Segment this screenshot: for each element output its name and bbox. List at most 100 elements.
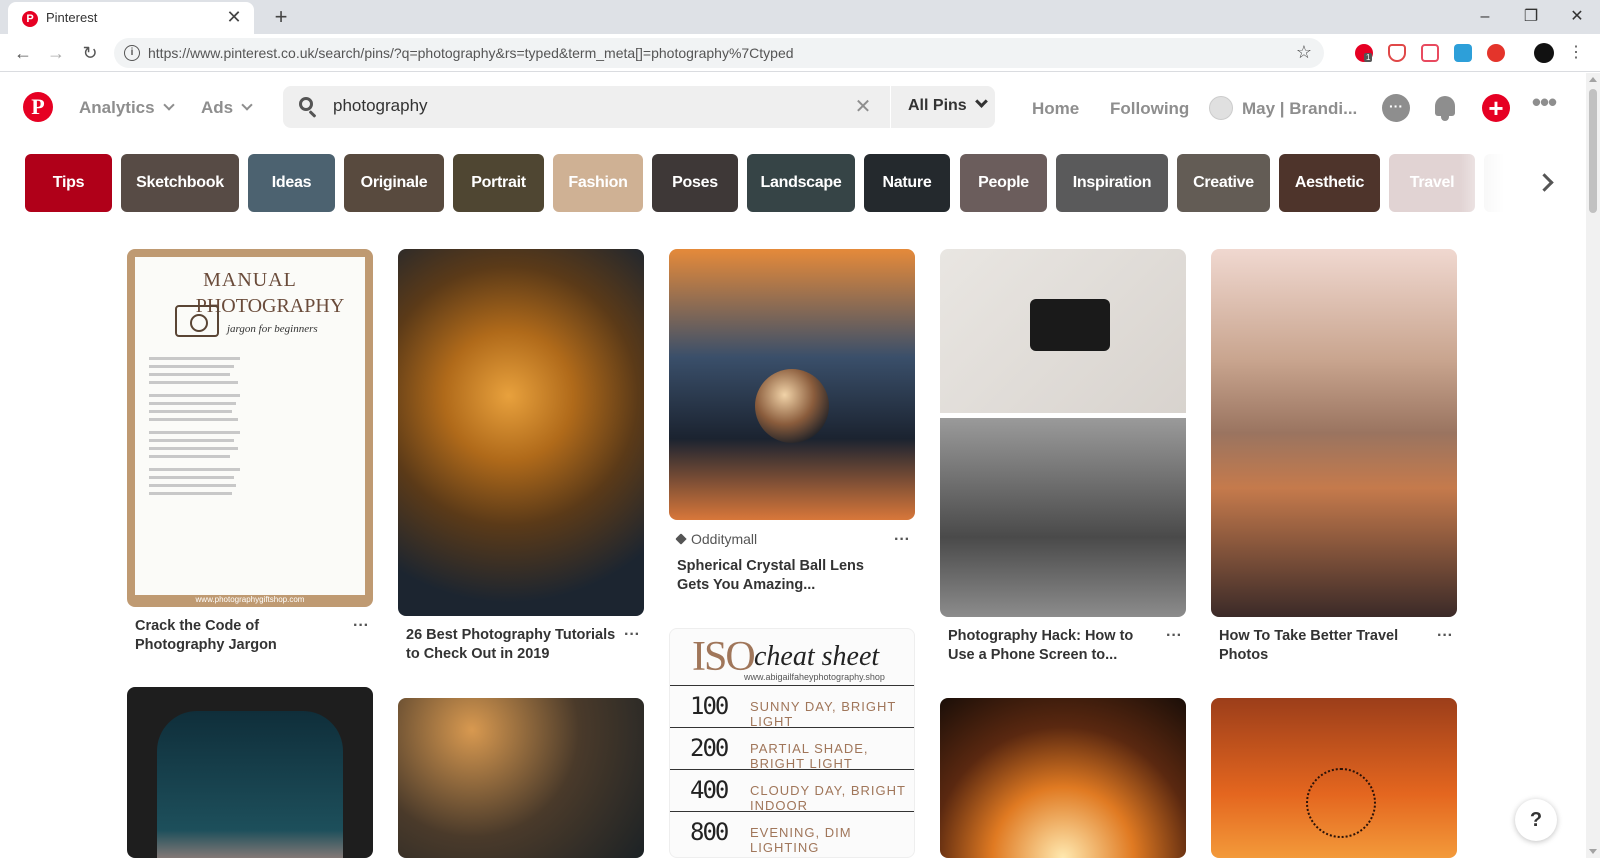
jargon-body-text: [149, 357, 351, 500]
iso-value: 200: [690, 734, 729, 762]
chip-aesthetic[interactable]: Aesthetic: [1279, 154, 1380, 212]
site-info-icon[interactable]: i: [124, 45, 140, 61]
clear-search-icon[interactable]: ✕: [851, 94, 875, 119]
search-scope-label: All Pins: [908, 97, 967, 114]
pin-title[interactable]: Photography Hack: How to Use a Phone Scr…: [948, 627, 1163, 665]
search-input[interactable]: [333, 96, 783, 116]
iso-row: 200 PARTIAL SHADE, BRIGHT LIGHT: [670, 727, 914, 771]
reload-icon[interactable]: ↻: [77, 40, 103, 66]
chevron-down-icon: [241, 99, 253, 111]
address-url[interactable]: https://www.pinterest.co.uk/search/pins/…: [148, 45, 794, 61]
browser-titlebar: P Pinterest ✕ + – ❐ ✕: [0, 0, 1600, 34]
pin-more-icon[interactable]: ···: [624, 627, 640, 643]
jargon-footer: www.photographygiftshop.com: [195, 595, 305, 604]
pin-source[interactable]: Odditymall: [675, 531, 757, 547]
pin-title[interactable]: 26 Best Photography Tutorials to Check O…: [406, 626, 616, 664]
profile-name[interactable]: May | Brandi...: [1242, 99, 1357, 119]
pin-more-icon[interactable]: ···: [353, 618, 369, 634]
extension-1-icon[interactable]: 1: [1355, 44, 1373, 62]
help-button[interactable]: ?: [1515, 799, 1557, 841]
minimize-button[interactable]: –: [1462, 4, 1508, 30]
search-guide-chips: Tips Sketchbook Ideas Originale Portrait…: [25, 154, 1535, 212]
close-window-button[interactable]: ✕: [1554, 4, 1600, 30]
nav-following[interactable]: Following: [1110, 99, 1189, 119]
pinterest-favicon-icon: P: [22, 11, 38, 27]
create-plus-icon[interactable]: +: [1482, 94, 1510, 122]
bookmark-star-icon[interactable]: ☆: [1296, 42, 1312, 63]
chevron-right-icon[interactable]: [1536, 168, 1556, 198]
search-icon: [299, 97, 317, 118]
chip-poses[interactable]: Poses: [652, 154, 738, 212]
chip-portrait[interactable]: Portrait: [453, 154, 544, 212]
chevron-down-icon: [162, 99, 175, 111]
chip-landscape[interactable]: Landscape: [747, 154, 855, 212]
analytics-menu[interactable]: Analytics: [79, 98, 175, 118]
chip-tips[interactable]: Tips: [25, 154, 112, 212]
pin-image-crystal-ball[interactable]: [669, 249, 915, 520]
scrollbar-thumb[interactable]: [1589, 89, 1597, 213]
more-options-icon[interactable]: •••: [1530, 89, 1558, 122]
chip-originale[interactable]: Originale: [344, 154, 444, 212]
avatar[interactable]: [1209, 96, 1233, 120]
notifications-bell-icon[interactable]: [1431, 94, 1459, 122]
chip-ideas[interactable]: Ideas: [248, 154, 335, 212]
pin-title[interactable]: Spherical Crystal Ball Lens Gets You Ama…: [677, 557, 897, 595]
chips-fade: [1460, 150, 1540, 216]
pin-more-icon[interactable]: ···: [1166, 628, 1182, 644]
browser-menu-icon[interactable]: ⋮: [1568, 42, 1584, 64]
iso-label: PARTIAL SHADE, BRIGHT LIGHT: [750, 741, 869, 771]
chip-nature[interactable]: Nature: [864, 154, 950, 212]
maximize-button[interactable]: ❐: [1508, 4, 1554, 30]
pin-image-autumn-leaf[interactable]: [940, 698, 1186, 858]
scroll-up-icon[interactable]: [1589, 77, 1597, 82]
search-scope-dropdown[interactable]: All Pins: [908, 95, 988, 115]
pin-image-portrait[interactable]: [398, 249, 644, 616]
page-scrollbar[interactable]: [1586, 73, 1600, 858]
extension-blue-icon[interactable]: [1454, 44, 1472, 62]
chevron-down-icon: [974, 95, 988, 108]
analytics-label: Analytics: [79, 98, 155, 117]
address-bar[interactable]: i https://www.pinterest.co.uk/search/pin…: [114, 38, 1324, 68]
pin-image-travel-reflection[interactable]: [1211, 249, 1457, 617]
pin-title[interactable]: How To Take Better Travel Photos: [1219, 627, 1429, 665]
iso-row: 100 SUNNY DAY, BRIGHT LIGHT: [670, 685, 914, 729]
iso-value: 100: [690, 692, 729, 720]
pin-image-phone-hack[interactable]: [940, 249, 1186, 617]
back-arrow-icon[interactable]: ←: [10, 40, 36, 66]
shield-extension-icon[interactable]: [1388, 44, 1406, 62]
new-tab-button[interactable]: +: [268, 4, 294, 30]
pin-image-iso-cheat-sheet[interactable]: ISO cheat sheet www.abigailfaheyphotogra…: [669, 628, 915, 858]
jargon-infographic: MANUAL PHOTOGRAPHY jargon for beginners …: [135, 257, 365, 604]
chip-people[interactable]: People: [960, 154, 1047, 212]
tag-icon: [675, 533, 687, 545]
browser-profile-avatar[interactable]: [1534, 43, 1554, 63]
browser-tab[interactable]: P Pinterest ✕: [8, 2, 254, 34]
pocket-extension-icon[interactable]: [1421, 44, 1439, 62]
hack-photo-top: [940, 249, 1186, 413]
messages-icon[interactable]: [1382, 94, 1410, 122]
extension-red-icon[interactable]: [1487, 44, 1505, 62]
camera-icon: [175, 305, 219, 337]
jargon-tagline: jargon for beginners: [227, 323, 318, 335]
ads-menu[interactable]: Ads: [201, 98, 253, 118]
chip-creative[interactable]: Creative: [1177, 154, 1270, 212]
pin-title[interactable]: Crack the Code of Photography Jargon: [135, 617, 345, 655]
pin-more-icon[interactable]: ···: [894, 532, 910, 548]
forward-arrow-icon[interactable]: →: [43, 40, 69, 66]
pinterest-logo-icon[interactable]: P: [23, 92, 53, 122]
pin-image-beanie-portrait[interactable]: [398, 698, 644, 858]
pin-image-photography-jargon[interactable]: MANUAL PHOTOGRAPHY jargon for beginners …: [127, 249, 373, 607]
hack-photo-bottom: [940, 418, 1186, 617]
dandelion-shape: [1306, 768, 1376, 838]
chip-sketchbook[interactable]: Sketchbook: [121, 154, 239, 212]
pin-image-dandelion-sunset[interactable]: [1211, 698, 1457, 858]
scroll-down-icon[interactable]: [1589, 849, 1597, 854]
crystal-ball-shape: [755, 369, 829, 443]
chip-inspiration[interactable]: Inspiration: [1056, 154, 1168, 212]
chip-fashion[interactable]: Fashion: [553, 154, 643, 212]
search-bar: ✕ All Pins: [283, 86, 995, 128]
tab-close-icon[interactable]: ✕: [224, 7, 244, 27]
nav-home[interactable]: Home: [1032, 99, 1079, 119]
pin-image-airplane-window[interactable]: [127, 687, 373, 858]
pin-more-icon[interactable]: ···: [1437, 628, 1453, 644]
